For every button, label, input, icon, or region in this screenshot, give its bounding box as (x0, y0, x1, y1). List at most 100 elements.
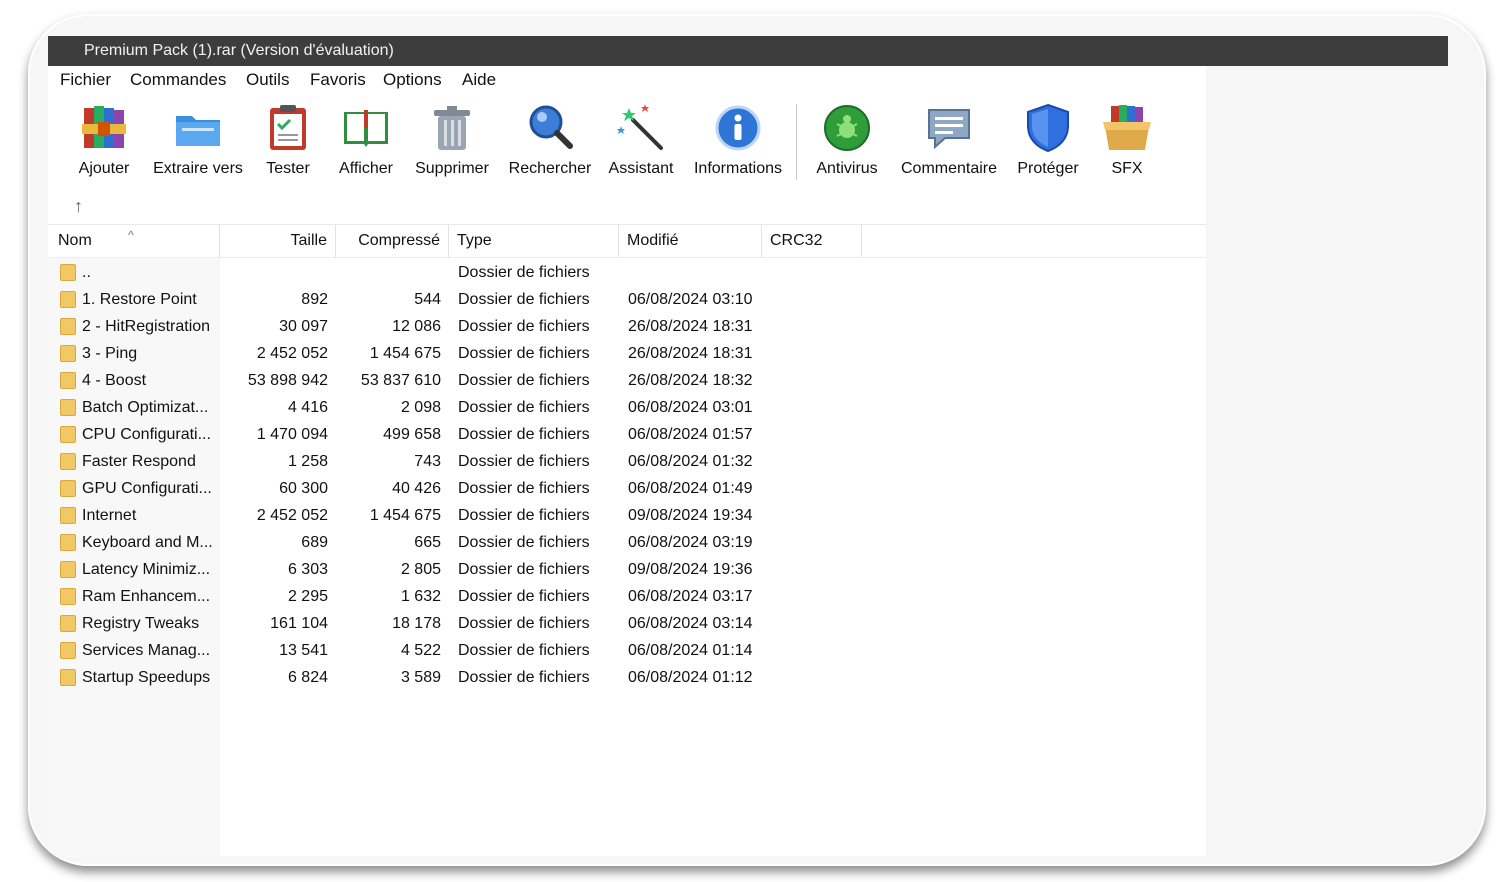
cell-packed: 1 632 (400, 588, 441, 605)
table-row[interactable]: 4 - Boost 53 898 942 53 837 610 Dossier de … (48, 367, 1206, 394)
cell-name: Internet (82, 507, 137, 524)
cell-size: 161 104 (270, 615, 328, 632)
cell-modified: 06/08/2024 01:14 (628, 642, 753, 659)
cell-type: Dossier de fichiers (458, 615, 590, 632)
table-row[interactable]: 2 - HitRegistration 30 097 12 086 Dossier d… (48, 313, 1206, 340)
menu-fichier[interactable]: Fichier (60, 70, 111, 90)
clipboard-check-icon (270, 105, 306, 150)
cell-packed: 2 098 (400, 399, 441, 416)
cell-size: 4 416 (287, 399, 328, 416)
folder-icon (60, 480, 76, 497)
cell-type: Dossier de fichiers (458, 480, 590, 497)
cell-modified: 06/08/2024 03:01 (628, 399, 753, 416)
cell-name: Services Manag... (82, 642, 211, 659)
up-arrow-icon[interactable]: ↑ (74, 196, 83, 217)
table-row[interactable]: Registry Tweaks 161 104 18 178 Dossier de f… (48, 610, 1206, 637)
folder-extract-icon (176, 116, 220, 146)
cell-type: Dossier de fichiers (458, 588, 590, 605)
cell-type: Dossier de fichiers (458, 291, 590, 308)
cell-type: Dossier de fichiers (458, 507, 590, 524)
cell-type: Dossier de fichiers (458, 372, 590, 389)
cell-packed: 4 522 (400, 642, 441, 659)
toolbar-label: Supprimer (415, 160, 489, 177)
menu-outils[interactable]: Outils (246, 70, 289, 90)
cell-name: Registry Tweaks (82, 615, 200, 632)
toolbar-button-tester[interactable]: Tester (262, 102, 314, 178)
table-row[interactable]: CPU Configurati... 1 470 094 499 658 Dossie… (48, 421, 1206, 448)
menu-favoris[interactable]: Favoris (310, 70, 366, 90)
menu-bar: Fichier Commandes Outils Favoris Options… (48, 66, 1206, 94)
cell-name: CPU Configurati... (82, 426, 211, 443)
toolbar-button-rechercher[interactable]: Rechercher (507, 102, 593, 178)
table-row[interactable]: Internet 2 452 052 1 454 675 Dossier de fic… (48, 502, 1206, 529)
toolbar-button-commentaire[interactable]: Commentaire (896, 102, 1002, 178)
toolbar-button-afficher[interactable]: Afficher (334, 102, 398, 178)
table-row[interactable]: 3 - Ping 2 452 052 1 454 675 Dossier de fic… (48, 340, 1206, 367)
toolbar-button-proteger[interactable]: Protéger (1014, 102, 1082, 178)
cell-name: Latency Minimiz... (82, 561, 211, 578)
column-header-crc32[interactable]: CRC32 (762, 225, 862, 257)
table-row[interactable]: GPU Configurati... 60 300 40 426 Dossier de… (48, 475, 1206, 502)
file-list: ^ Nom Taille Compressé Type Modifié CRC3… (48, 225, 1206, 857)
cell-packed: 743 (414, 453, 441, 470)
sfx-box-icon (1103, 105, 1151, 150)
folder-icon (60, 561, 76, 578)
toolbar-button-extraire[interactable]: Extraire vers (150, 102, 246, 178)
folder-icon (60, 615, 76, 632)
toolbar-label: Tester (266, 160, 310, 177)
column-header-modifie[interactable]: Modifié (619, 225, 762, 257)
toolbar-button-informations[interactable]: Informations (689, 102, 787, 178)
cell-modified: 26/08/2024 18:31 (628, 345, 753, 362)
column-header-taille[interactable]: Taille (220, 225, 336, 257)
cell-type: Dossier de fichiers (458, 642, 590, 659)
cell-type: Dossier de fichiers (458, 561, 590, 578)
table-row[interactable]: Startup Speedups 6 824 3 589 Dossier de fic… (48, 664, 1206, 691)
column-header-compresse[interactable]: Compressé (336, 225, 449, 257)
cell-size: 2 452 052 (256, 507, 328, 524)
column-header-type[interactable]: Type (449, 225, 619, 257)
cell-modified: 09/08/2024 19:34 (628, 507, 753, 524)
cell-name: GPU Configurati... (82, 480, 212, 497)
toolbar-label: Ajouter (78, 160, 130, 177)
screenshot-frame: Premium Pack (1).rar (Version d'évaluati… (28, 14, 1486, 866)
toolbar: Ajouter Extraire vers Tester Afficher Su… (48, 94, 1206, 225)
toolbar-button-assistant[interactable]: Assistant (607, 102, 675, 178)
cell-size: 53 898 942 (247, 372, 328, 389)
cell-type: Dossier de fichiers (458, 399, 590, 416)
cell-packed: 18 178 (392, 615, 441, 632)
cell-packed: 3 589 (400, 669, 441, 686)
table-row[interactable]: 1. Restore Point 892 544 Dossier de fichier… (48, 286, 1206, 313)
folder-icon (60, 453, 76, 470)
toolbar-label: Protéger (1017, 160, 1079, 177)
table-row[interactable]: Services Manag... 13 541 4 522 Dossier de f… (48, 637, 1206, 664)
cell-modified: 06/08/2024 01:57 (628, 426, 753, 443)
menu-aide[interactable]: Aide (462, 70, 496, 90)
table-row[interactable]: Latency Minimiz... 6 303 2 805 Dossier de f… (48, 556, 1206, 583)
table-row[interactable]: Batch Optimizat... 4 416 2 098 Dossier de f… (48, 394, 1206, 421)
folder-icon (60, 426, 76, 443)
table-row[interactable]: Ram Enhancem... 2 295 1 632 Dossier de fich… (48, 583, 1206, 610)
cell-name: 1. Restore Point (82, 291, 197, 308)
table-row[interactable]: Keyboard and M... 689 665 Dossier de fichie… (48, 529, 1206, 556)
toolbar-label: SFX (1111, 160, 1143, 177)
cell-modified: 06/08/2024 03:10 (628, 291, 753, 308)
toolbar-button-supprimer[interactable]: Supprimer (412, 102, 492, 178)
cell-modified: 06/08/2024 03:14 (628, 615, 753, 632)
column-header-nom[interactable]: ^ Nom (48, 225, 220, 257)
cell-modified: 06/08/2024 03:17 (628, 588, 753, 605)
toolbar-button-ajouter[interactable]: Ajouter (74, 102, 134, 178)
cell-modified: 06/08/2024 01:32 (628, 453, 753, 470)
table-row[interactable]: .. Dossier de fichiers (48, 259, 1206, 286)
cell-modified: 26/08/2024 18:32 (628, 372, 753, 389)
info-icon (715, 105, 761, 151)
table-row[interactable]: Faster Respond 1 258 743 Dossier de fichier… (48, 448, 1206, 475)
cell-modified: 09/08/2024 19:36 (628, 561, 753, 578)
toolbar-button-antivirus[interactable]: Antivirus (812, 102, 882, 178)
folder-icon (60, 345, 76, 362)
toolbar-button-sfx[interactable]: SFX (1096, 102, 1158, 178)
toolbar-label: Rechercher (508, 160, 592, 177)
app-content: Fichier Commandes Outils Favoris Options… (48, 66, 1206, 857)
menu-commandes[interactable]: Commandes (130, 70, 226, 90)
menu-options[interactable]: Options (383, 70, 442, 90)
title-bar: Premium Pack (1).rar (Version d'évaluati… (48, 36, 1448, 66)
